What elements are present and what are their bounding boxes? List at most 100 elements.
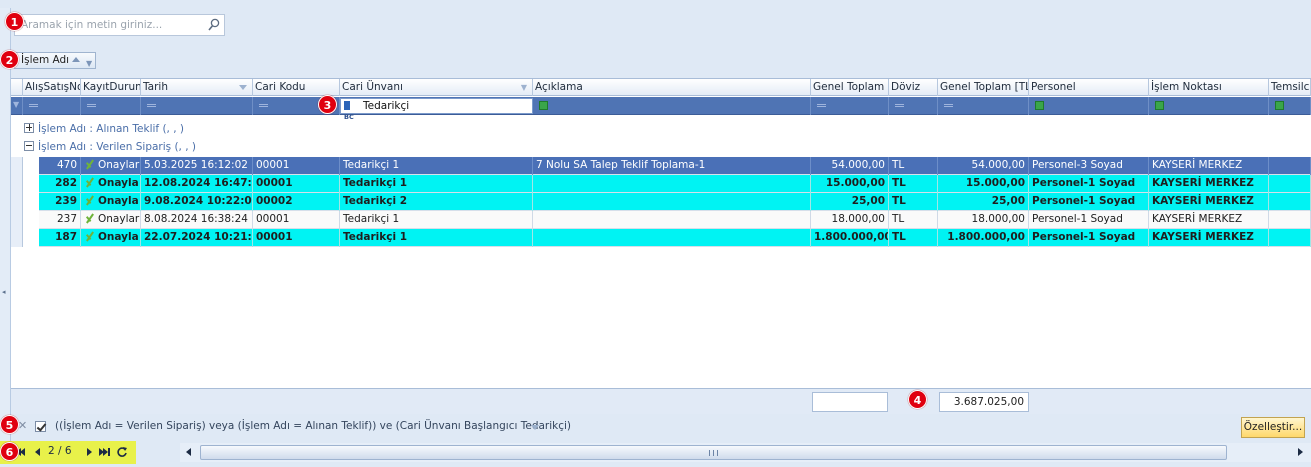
column-header-doviz[interactable]: Döviz [889,79,938,96]
group-row-alinan-teklif[interactable]: İşlem Adı : Alınan Teklif (, , ) [24,121,184,138]
cell-nokta[interactable]: KAYSERİ MERKEZ [1149,175,1269,193]
cell-doviz[interactable]: TL [889,157,938,175]
customize-button[interactable]: Özelleştir... [1241,417,1305,438]
cell-toplam-tl[interactable]: 54.000,00 [938,157,1029,175]
filter-operator-icon[interactable] [1155,101,1164,110]
next-record-icon[interactable] [84,446,96,459]
cell-nokta[interactable]: KAYSERİ MERKEZ [1149,157,1269,175]
filter-operator-icon[interactable] [1275,101,1284,110]
column-header-temsilci[interactable]: Temsilci [1269,79,1311,96]
group-by-chip[interactable]: İşlem Adı ▼ [14,52,96,69]
filter-cell-doviz[interactable] [889,97,938,115]
filter-cell-alis-satis-no[interactable] [23,97,81,115]
cell-unvan[interactable]: Tedarikçi 1 [340,229,533,247]
filter-operator-icon[interactable] [1035,101,1044,110]
cell-personel[interactable]: Personel-3 Soyad [1029,157,1149,175]
cell-personel[interactable]: Personel-1 Soyad [1029,175,1149,193]
refresh-icon[interactable] [116,446,128,459]
cell-personel[interactable]: Personel-1 Soyad [1029,229,1149,247]
filter-cell-aciklama[interactable] [533,97,811,115]
filter-cell-cari-unvani[interactable]: BC Tedarikçi [340,98,533,121]
filter-icon[interactable]: ▼ [86,56,92,71]
cell-kod[interactable]: 00001 [253,211,340,229]
horizontal-scrollbar[interactable] [180,443,1311,462]
column-header-personel[interactable]: Personel [1029,79,1149,96]
cell-temsilci[interactable] [1269,157,1311,175]
previous-record-icon[interactable] [32,446,44,459]
table-row[interactable]: 470 Onaylar 5.03.2025 16:12:02 00001 Ted… [11,157,1311,175]
filter-value[interactable]: Tedarikçi [363,100,409,112]
expand-icon[interactable] [24,123,34,133]
cell-durum[interactable]: Onayla [81,229,141,247]
filter-cell-tarih[interactable] [141,97,253,115]
equals-operator-icon[interactable] [817,104,826,107]
cell-doviz[interactable]: TL [889,175,938,193]
cell-toplam[interactable]: 25,00 [811,193,889,211]
equals-operator-icon[interactable] [29,104,38,107]
cell-aciklama[interactable] [533,211,811,229]
cell-kod[interactable]: 00001 [253,175,340,193]
cell-toplam-tl[interactable]: 25,00 [938,193,1029,211]
row-indicator[interactable] [11,175,23,193]
equals-operator-icon[interactable] [259,104,268,107]
cell-toplam[interactable]: 54.000,00 [811,157,889,175]
cell-unvan[interactable]: Tedarikçi 1 [340,157,533,175]
filter-enabled-checkbox[interactable] [35,421,46,432]
cell-doviz[interactable]: TL [889,229,938,247]
row-indicator[interactable] [11,193,23,211]
equals-operator-icon[interactable] [944,104,953,107]
cell-tarih[interactable]: 12.08.2024 16:47:2 [141,175,253,193]
filter-operator-icon[interactable] [539,101,548,110]
cell-nokta[interactable]: KAYSERİ MERKEZ [1149,211,1269,229]
column-header-genel-toplam[interactable]: Genel Toplam [811,79,889,96]
table-row[interactable]: 237 Onaylar 8.08.2024 16:38:24 00001 Ted… [11,211,1311,229]
filter-history-dropdown-icon[interactable] [531,425,539,430]
last-record-icon[interactable] [99,446,111,459]
column-header-cari-unvani[interactable]: Cari Ünvanı ▼ [340,79,533,96]
filter-cell-islem-noktasi[interactable] [1149,97,1269,115]
equals-operator-icon[interactable] [87,104,96,107]
column-header-alis-satis-no[interactable]: AlışSatışNo [23,79,81,96]
table-row[interactable]: 239 Onayla 9.08.2024 10:22:03 00002 Teda… [11,193,1311,211]
filter-cell-kayit-durum[interactable] [81,97,141,115]
cell-no[interactable]: 237 [39,211,81,229]
search-box[interactable] [14,14,225,36]
cell-aciklama[interactable] [533,229,811,247]
cell-toplam[interactable]: 1.800.000,00 [811,229,889,247]
cell-aciklama[interactable] [533,175,811,193]
cell-no[interactable]: 187 [39,229,81,247]
table-row[interactable]: 282 Onayla 12.08.2024 16:47:2 00001 Teda… [11,175,1311,193]
cell-temsilci[interactable] [1269,229,1311,247]
equals-operator-icon[interactable] [895,104,904,107]
search-input[interactable] [21,17,206,33]
filter-cell-genel-toplam-tl[interactable] [938,97,1029,115]
table-row[interactable]: 187 Onayla 22.07.2024 10:21:3 00001 Teda… [11,229,1311,247]
cell-toplam-tl[interactable]: 18.000,00 [938,211,1029,229]
collapse-icon[interactable] [24,141,34,151]
cell-temsilci[interactable] [1269,211,1311,229]
scrollbar-thumb[interactable] [200,445,1227,460]
cell-aciklama[interactable] [533,193,811,211]
column-header-cari-kodu[interactable]: Cari Kodu [253,79,340,96]
cell-tarih[interactable]: 8.08.2024 16:38:24 [141,211,253,229]
cell-personel[interactable]: Personel-1 Soyad [1029,211,1149,229]
cell-durum[interactable]: Onayla [81,175,141,193]
scroll-right-icon[interactable] [1298,448,1303,456]
column-header-genel-toplam-tl[interactable]: Genel Toplam [TL] [938,79,1029,96]
cell-kod[interactable]: 00002 [253,193,340,211]
cell-durum[interactable]: Onaylar [81,211,141,229]
cell-aciklama[interactable]: 7 Nolu SA Talep Teklif Toplama-1 [533,157,811,175]
cell-doviz[interactable]: TL [889,211,938,229]
column-header-islem-noktasi[interactable]: İşlem Noktası [1149,79,1269,96]
clear-filter-icon[interactable]: ✕ [18,419,27,432]
row-indicator[interactable] [11,211,23,229]
equals-operator-icon[interactable] [147,104,156,107]
column-header-aciklama[interactable]: Açıklama [533,79,811,96]
cell-no[interactable]: 239 [39,193,81,211]
scroll-left-icon[interactable] [186,448,191,456]
cell-nokta[interactable]: KAYSERİ MERKEZ [1149,193,1269,211]
begins-with-operator-icon[interactable]: BC [344,101,360,121]
filter-cell-temsilci[interactable] [1269,97,1311,115]
cell-unvan[interactable]: Tedarikçi 1 [340,211,533,229]
search-icon[interactable] [208,18,220,32]
